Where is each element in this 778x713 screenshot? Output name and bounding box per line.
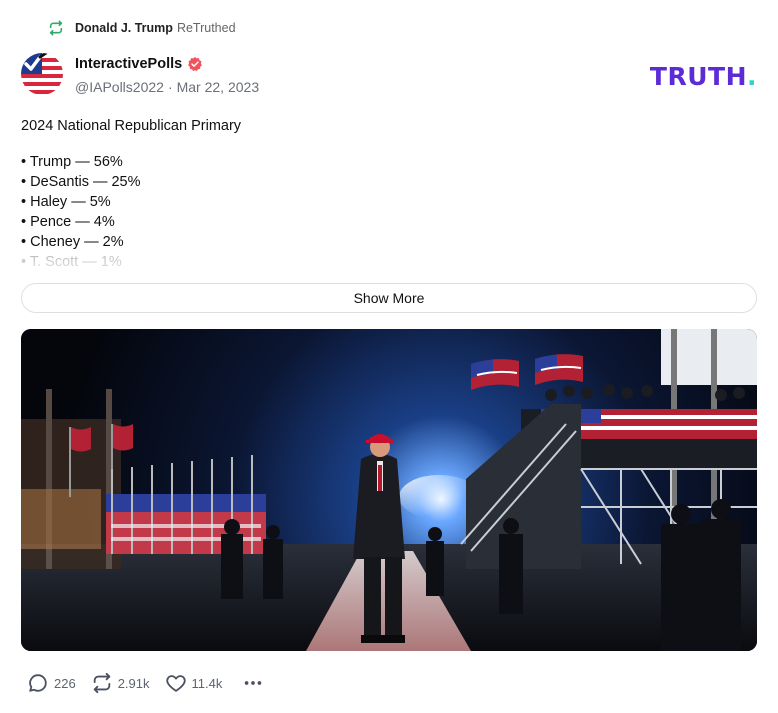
list-item: • Trump — 56%	[21, 154, 123, 170]
retruth-button[interactable]: 2.91k	[91, 672, 150, 694]
retruth-icon	[49, 20, 63, 36]
retruth-count: 2.91k	[117, 675, 150, 691]
list-item: • Pence — 4%	[21, 214, 115, 230]
post-actions: 226 2.91k 11.4k	[27, 671, 264, 695]
meta-separator: ·	[167, 79, 173, 95]
reply-count: 226	[54, 675, 76, 691]
post-header: InteractivePolls @IAPolls2022 · Mar 22, 20…	[21, 53, 757, 99]
avatar[interactable]	[21, 53, 63, 95]
list-item: • Haley — 5%	[21, 194, 111, 210]
more-options-button[interactable]	[242, 672, 264, 694]
avatar-flag-check-icon	[21, 53, 63, 95]
logo-dot: .	[747, 62, 757, 91]
author-name[interactable]: InteractivePolls	[75, 56, 182, 72]
retruth-action-label: ReTruthed	[176, 21, 236, 35]
retruth-icon	[93, 672, 110, 694]
like-count: 11.4k	[191, 675, 223, 691]
post-meta: @IAPolls2022 · Mar 22, 2023	[75, 79, 259, 95]
like-button[interactable]: 11.4k	[165, 672, 223, 694]
reply-button[interactable]: 226	[27, 672, 76, 694]
retruth-banner: Donald J. Trump ReTruthed	[48, 18, 236, 38]
truth-social-logo: TRUTH.	[650, 62, 757, 91]
heart-icon	[165, 675, 186, 692]
post-image[interactable]	[21, 329, 757, 651]
logo-text: TRUTH	[649, 62, 747, 91]
show-more-button[interactable]: Show More	[21, 283, 757, 313]
rally-photo	[21, 329, 757, 651]
more-icon	[245, 681, 262, 685]
verified-badge-icon	[188, 57, 203, 72]
author-handle[interactable]: @IAPolls2022	[75, 79, 164, 95]
text-fade-overlay	[21, 251, 321, 273]
post-body: 2024 National Republican Primary • Trump…	[21, 116, 757, 272]
list-item: • Cheney — 2%	[21, 234, 124, 250]
post-date[interactable]: Mar 22, 2023	[177, 79, 260, 95]
reply-icon	[29, 674, 47, 692]
retruth-user-link[interactable]: Donald J. Trump	[75, 21, 173, 35]
list-item: • DeSantis — 25%	[21, 174, 141, 190]
post-title: 2024 National Republican Primary	[21, 118, 242, 134]
